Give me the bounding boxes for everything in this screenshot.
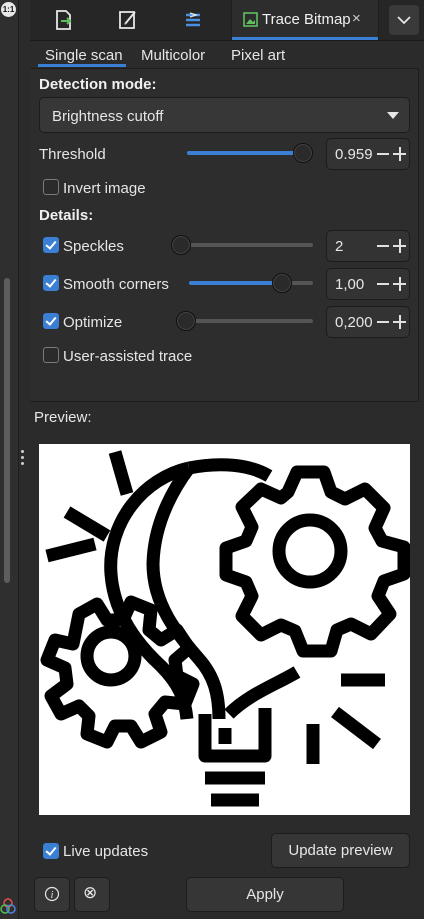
info-icon: i [44, 886, 60, 902]
threshold-slider-handle[interactable] [293, 143, 313, 163]
optimize-slider[interactable] [176, 311, 313, 331]
detection-mode-heading: Detection mode: [39, 76, 157, 93]
live-updates-label: Live updates [63, 843, 149, 860]
trace-preview-image [39, 444, 411, 815]
zoom-1-1-icon[interactable]: 1:1 [1, 2, 16, 17]
dropdown-arrow-icon [387, 112, 399, 119]
tab-trace-bitmap-label: Trace Bitmap [262, 11, 351, 28]
tab-pixel-art[interactable]: Pixel art [231, 47, 285, 64]
decrement-icon[interactable] [377, 245, 389, 247]
optimize-slider-handle[interactable] [176, 311, 196, 331]
export-icon[interactable] [52, 8, 76, 32]
threshold-slider-fill [187, 151, 302, 155]
panel-drag-handle[interactable] [20, 450, 26, 470]
optimize-label: Optimize [63, 314, 123, 331]
trace-mode-tabs: Single scan Multicolor Pixel art [30, 40, 424, 66]
smooth-corners-value: 1,00 [335, 276, 365, 293]
speckles-value: 2 [335, 238, 344, 255]
decrement-icon[interactable] [377, 153, 389, 155]
speckles-slider-handle[interactable] [171, 235, 191, 255]
optimize-value: 0,200 [335, 314, 373, 331]
tab-multicolor[interactable]: Multicolor [141, 47, 205, 64]
speckles-spinbox[interactable]: 2 [326, 230, 410, 262]
decrement-icon[interactable] [377, 321, 389, 323]
xml-editor-icon[interactable] [116, 8, 140, 32]
live-updates-checkbox[interactable] [43, 843, 59, 859]
layers-icon[interactable] [181, 8, 205, 32]
chevron-down-icon [397, 16, 411, 25]
svg-text:i: i [51, 890, 54, 901]
smooth-corners-slider-handle[interactable] [272, 273, 292, 293]
info-button[interactable]: i [34, 877, 70, 912]
smooth-corners-slider-fill [189, 281, 281, 285]
canvas-vertical-scrollbar[interactable] [4, 278, 10, 583]
tab-trace-bitmap[interactable]: Trace Bitmap × [231, 0, 379, 40]
smooth-corners-spinbox[interactable]: 1,00 [326, 268, 410, 300]
close-icon[interactable]: × [352, 10, 361, 27]
speckles-slider[interactable] [171, 235, 313, 255]
preview-label: Preview: [34, 409, 92, 426]
reset-button[interactable]: ⊗ [74, 877, 110, 912]
threshold-value: 0.959 [335, 146, 373, 163]
speckles-label: Speckles [63, 238, 124, 255]
threshold-spinbox[interactable]: 0.959 [326, 138, 410, 170]
threshold-slider[interactable] [187, 143, 313, 163]
details-heading: Details: [39, 207, 94, 224]
user-assisted-trace-checkbox[interactable] [43, 347, 59, 363]
trace-bitmap-dock-panel: Trace Bitmap × Single scan Multicolor Pi… [30, 0, 424, 919]
detection-mode-value: Brightness cutoff [52, 108, 164, 125]
smooth-corners-label: Smooth corners [63, 276, 169, 293]
decrement-icon[interactable] [377, 283, 389, 285]
user-assisted-trace-label: User-assisted trace [63, 348, 193, 365]
reset-icon: ⊗ [83, 883, 98, 902]
active-subtab-indicator [38, 64, 126, 67]
trace-bitmap-icon [243, 12, 258, 27]
optimize-checkbox[interactable] [43, 313, 59, 329]
optimize-spinbox[interactable]: 0,200 [326, 306, 410, 338]
smooth-corners-checkbox[interactable] [43, 275, 59, 291]
lightbulb-gears-icon [40, 450, 411, 807]
apply-button[interactable]: Apply [186, 877, 344, 912]
color-circles-icon[interactable] [0, 898, 16, 914]
invert-image-checkbox[interactable] [43, 179, 59, 195]
speckles-checkbox[interactable] [43, 237, 59, 253]
invert-image-label: Invert image [63, 180, 146, 197]
dock-tab-bar: Trace Bitmap × [30, 0, 424, 41]
tab-single-scan[interactable]: Single scan [45, 47, 123, 64]
tab-overflow-button[interactable] [389, 5, 419, 35]
threshold-label: Threshold [39, 146, 106, 163]
smooth-corners-slider[interactable] [189, 273, 313, 293]
update-preview-button[interactable]: Update preview [271, 833, 410, 868]
left-toolbar-strip: 1:1 [0, 0, 19, 919]
detection-mode-select[interactable]: Brightness cutoff [39, 97, 410, 133]
